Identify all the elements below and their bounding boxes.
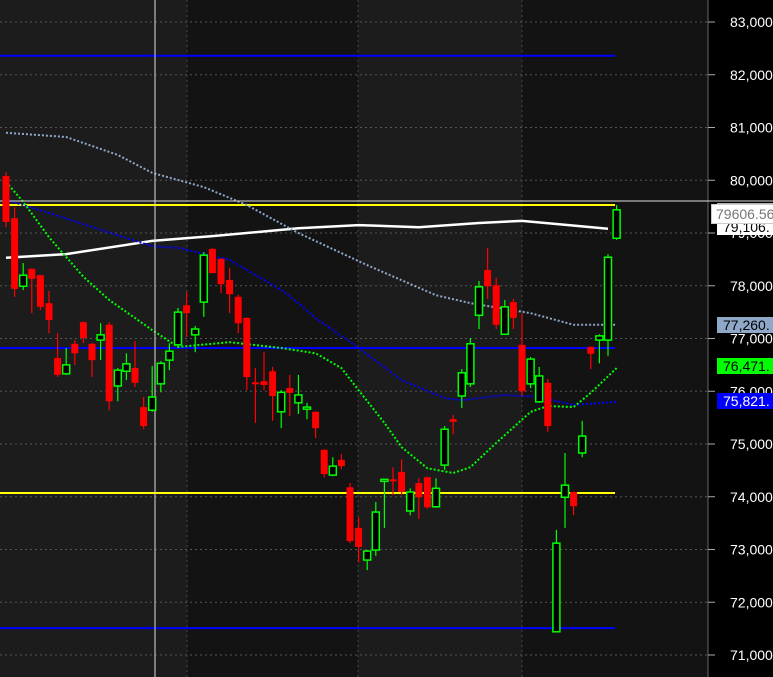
candle-up — [328, 465, 338, 476]
candle-down — [105, 324, 113, 402]
candle-up — [405, 491, 415, 512]
candle-down — [346, 487, 354, 542]
candle-up — [500, 306, 510, 336]
candle-up — [165, 350, 174, 361]
candle-down — [544, 382, 552, 427]
candle-down — [45, 303, 53, 321]
candle-down — [71, 343, 79, 354]
candle-up — [595, 335, 604, 341]
candle-up — [577, 435, 587, 454]
candle-up — [380, 478, 389, 483]
y-tick-label: 71,000 — [730, 647, 773, 663]
candle-down — [251, 382, 259, 385]
candle-down — [2, 176, 10, 222]
candle-up — [276, 391, 286, 413]
candle-up — [612, 209, 621, 240]
candle-down — [587, 346, 595, 354]
y-tick-label: 77,000 — [730, 331, 773, 347]
candle-down — [234, 296, 242, 324]
candle-up — [61, 364, 71, 375]
candle-down — [449, 419, 457, 422]
candle-down — [217, 258, 225, 285]
candle-up — [156, 362, 166, 385]
candle-up — [199, 254, 209, 303]
candle-up — [147, 396, 157, 411]
candle-up — [96, 334, 105, 341]
crosshair-price-label: 79606.56 — [711, 204, 773, 224]
candle-down — [286, 388, 294, 393]
candle-down — [79, 322, 87, 338]
candle-up — [440, 428, 449, 466]
candle-down — [415, 483, 423, 498]
candle-down — [36, 275, 44, 307]
candle-down — [28, 268, 36, 279]
candle-down — [570, 492, 578, 507]
background-band — [187, 0, 358, 677]
candlestick-chart[interactable]: 71,000 72,000 73,000 74,000 75,000 76,000 77,0… — [0, 0, 773, 677]
candle-down — [54, 358, 62, 375]
y-tick-label: 72,000 — [730, 594, 773, 610]
candle-up — [466, 343, 475, 385]
candle-down — [492, 285, 500, 325]
candle-down — [208, 248, 216, 274]
candle-down — [509, 302, 517, 318]
y-tick-label: 80,000 — [730, 172, 773, 188]
candle-up — [371, 511, 381, 551]
y-tick-label: 75,000 — [730, 436, 773, 452]
candle-up — [552, 542, 561, 633]
candle-up — [18, 274, 28, 288]
candle-up — [122, 363, 131, 372]
candle-up — [560, 484, 570, 499]
price-label: 76,471. — [717, 358, 773, 375]
y-tick-label: 73,000 — [730, 542, 773, 558]
candle-up — [534, 375, 544, 403]
candle-up — [294, 394, 303, 404]
candle-up — [190, 328, 200, 336]
candle-down — [260, 381, 268, 385]
y-tick-label: 83,000 — [730, 14, 773, 30]
candle-down — [398, 471, 406, 493]
price-label: 77,260. — [717, 316, 773, 333]
candle-down — [484, 269, 492, 287]
candle-up — [113, 369, 123, 387]
y-tick-label: 81,000 — [730, 120, 773, 136]
background-band — [0, 0, 187, 677]
candle-down — [226, 279, 234, 295]
candle-down — [88, 343, 96, 361]
candle-down — [389, 479, 397, 482]
candle-up — [302, 406, 312, 410]
candle-down — [312, 411, 320, 429]
candle-down — [183, 305, 191, 314]
candle-up — [474, 286, 484, 317]
candle-up — [457, 372, 467, 397]
y-tick-label: 74,000 — [730, 489, 773, 505]
price-label: 75,821. — [717, 392, 773, 409]
y-tick-label: 78,000 — [730, 278, 773, 294]
candle-down — [320, 449, 328, 475]
candle-down — [131, 368, 139, 383]
candle-up — [173, 311, 183, 346]
chart-canvas[interactable]: 71,00072,00073,00074,00075,00076,00077,0… — [0, 0, 773, 677]
y-tick-label: 82,000 — [730, 67, 773, 83]
candle-up — [603, 256, 613, 341]
candle-down — [269, 371, 277, 396]
candle-down — [518, 344, 526, 392]
candle-up — [526, 358, 535, 385]
candle-down — [423, 477, 431, 508]
candle-down — [337, 459, 345, 467]
candle-down — [11, 218, 19, 289]
candle-down — [243, 317, 251, 378]
candle-up — [431, 487, 441, 508]
candle-down — [355, 527, 363, 547]
candle-down — [140, 407, 148, 427]
candle-up — [362, 550, 372, 561]
